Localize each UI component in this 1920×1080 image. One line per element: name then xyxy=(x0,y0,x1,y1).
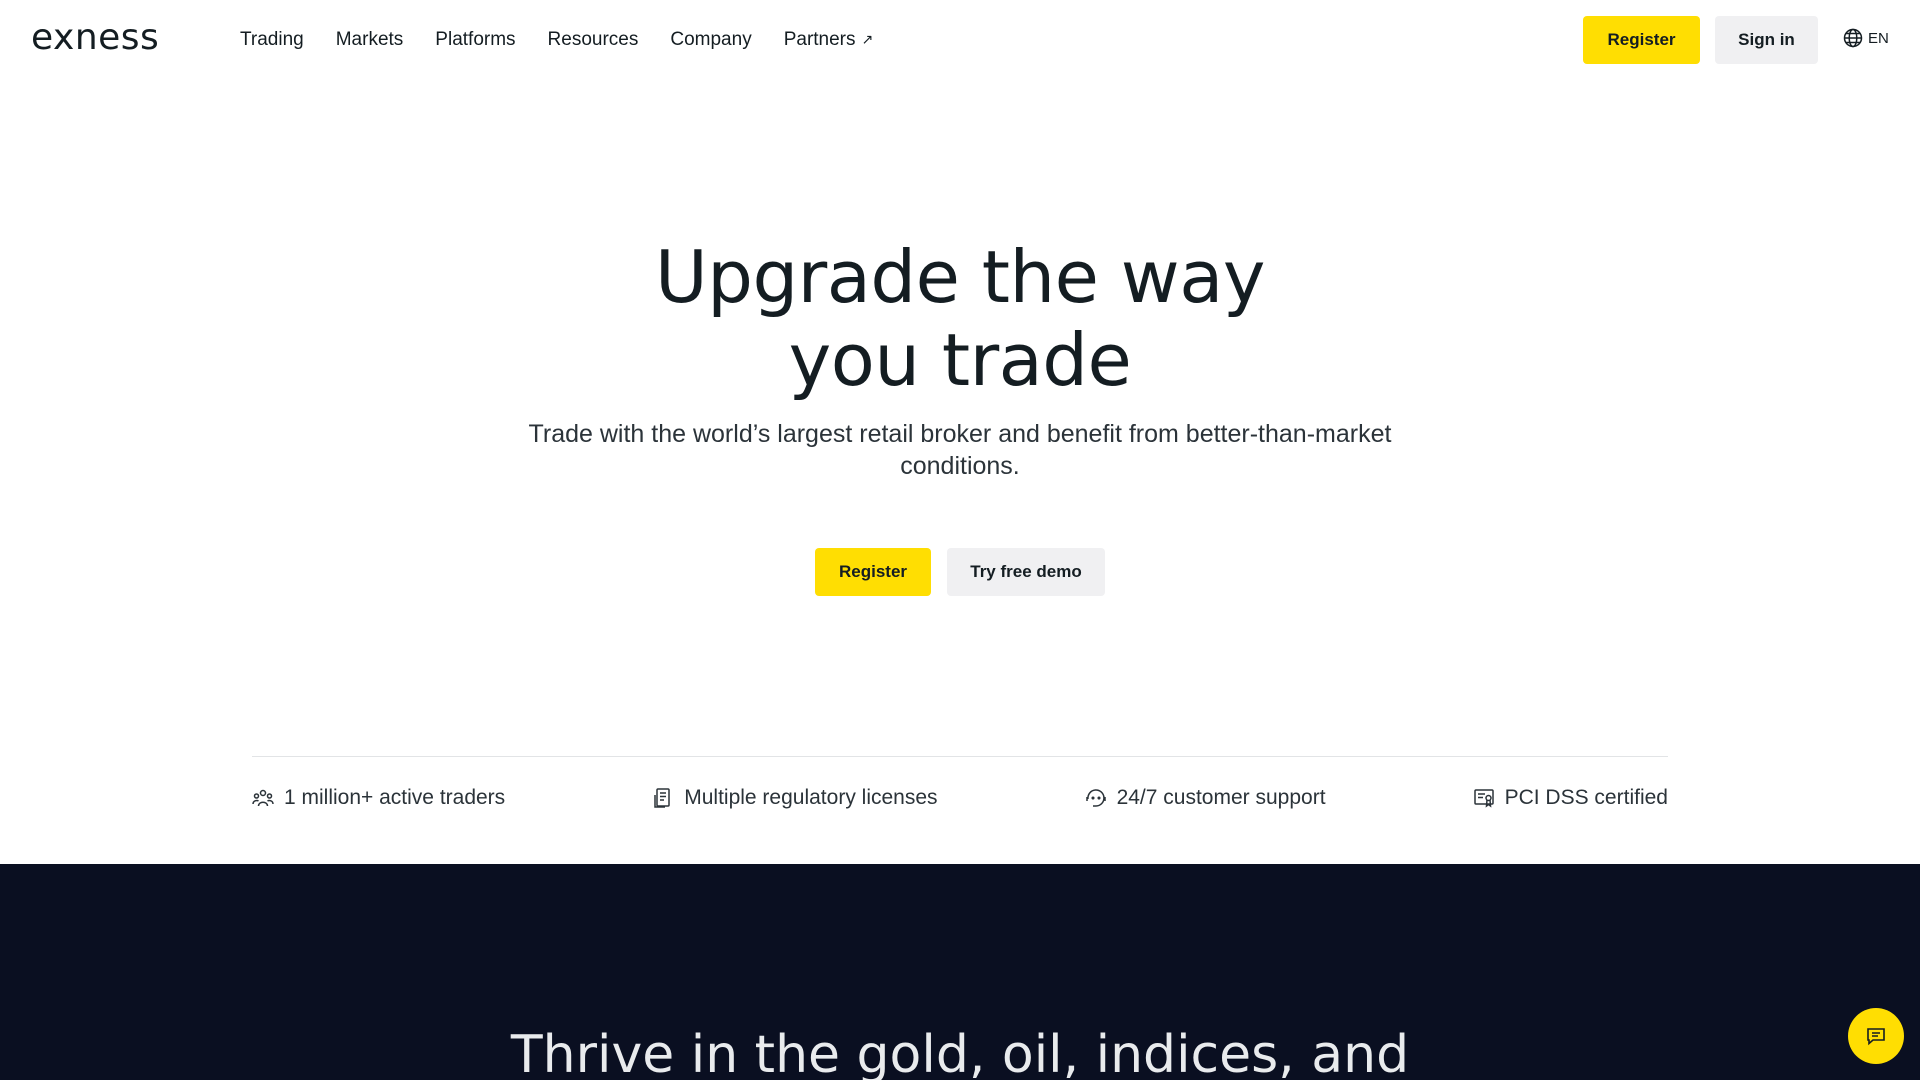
exness-logo[interactable]: exness xyxy=(31,20,159,56)
support-icon xyxy=(1085,789,1106,807)
nav-trading[interactable]: Trading xyxy=(240,28,304,52)
nav-markets[interactable]: Markets xyxy=(336,28,404,52)
license-icon xyxy=(654,788,670,808)
feature-label: PCI DSS certified xyxy=(1504,786,1668,809)
features-bar: 1 million+ active traders Multiple regul… xyxy=(252,786,1668,810)
feature-label: Multiple regulatory licenses xyxy=(684,786,938,809)
features-divider xyxy=(252,756,1668,757)
feature-support: 24/7 customer support xyxy=(1085,786,1326,810)
hero-title: Upgrade the way you trade xyxy=(560,236,1360,402)
nav-partners[interactable]: Partners ↗ xyxy=(784,28,874,52)
hero-title-line1: Upgrade the way xyxy=(655,235,1265,319)
nav-resources[interactable]: Resources xyxy=(548,28,639,52)
feature-label: 1 million+ active traders xyxy=(284,786,506,809)
feature-licenses: Multiple regulatory licenses xyxy=(652,786,938,810)
external-arrow-icon: ↗ xyxy=(861,31,874,47)
globe-icon xyxy=(1843,28,1863,48)
feature-active-traders: 1 million+ active traders xyxy=(252,786,505,810)
site-header: exness Trading Markets Platforms Resourc… xyxy=(0,0,1920,79)
users-icon xyxy=(252,789,274,807)
header-register-button[interactable]: Register xyxy=(1583,16,1700,64)
nav-partners-label: Partners xyxy=(783,29,856,50)
certificate-icon xyxy=(1473,789,1494,808)
nav-platforms[interactable]: Platforms xyxy=(435,28,515,52)
feature-pci: PCI DSS certified xyxy=(1473,786,1668,810)
hero-subtitle: Trade with the world’s largest retail br… xyxy=(528,420,1392,480)
header-signin-button[interactable]: Sign in xyxy=(1715,16,1818,64)
hero-title-line2: you trade xyxy=(788,318,1132,402)
hero-register-button[interactable]: Register xyxy=(815,548,931,596)
chat-button[interactable] xyxy=(1848,1008,1904,1064)
nav-company[interactable]: Company xyxy=(670,28,751,52)
feature-label: 24/7 customer support xyxy=(1116,786,1326,809)
markets-section-title: Thrive in the gold, oil, indices, and xyxy=(510,1025,1410,1080)
chat-icon xyxy=(1867,1028,1885,1046)
main-nav: Trading Markets Platforms Resources Comp… xyxy=(240,28,905,52)
try-demo-button[interactable]: Try free demo xyxy=(947,548,1105,596)
language-code: EN xyxy=(1868,29,1889,47)
language-selector[interactable]: EN xyxy=(1843,28,1889,48)
